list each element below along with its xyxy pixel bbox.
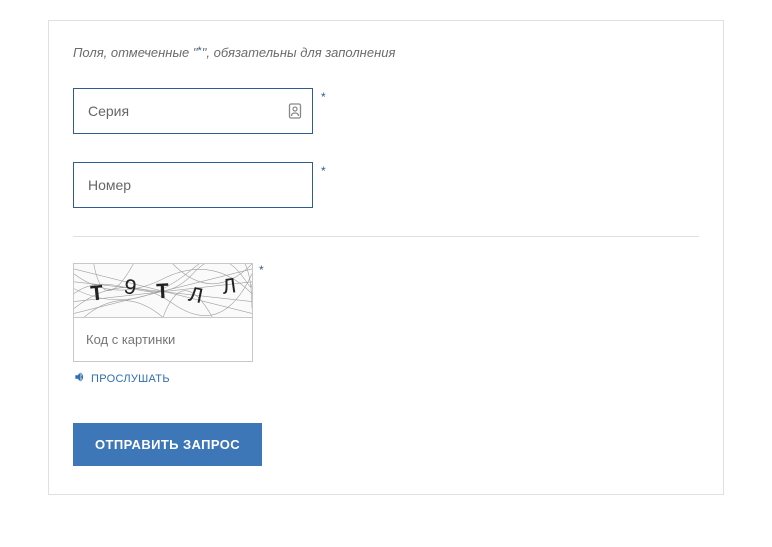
series-field-row: *	[73, 88, 699, 134]
captcha-listen-link[interactable]: ПРОСЛУШАТЬ	[73, 370, 170, 387]
captcha-input[interactable]	[86, 332, 240, 347]
captcha-image: Т 9 Т Л Л	[73, 263, 253, 317]
series-input-wrapper[interactable]	[73, 88, 313, 134]
captcha-block: Т 9 Т Л Л * ПРОСЛУШАТЬ	[73, 263, 253, 389]
form-container: Поля, отмеченные " * ", обязательны для за…	[48, 20, 724, 495]
captcha-input-wrapper[interactable]	[73, 317, 253, 362]
submit-button[interactable]: ОТПРАВИТЬ ЗАПРОС	[73, 423, 262, 466]
captcha-required-marker: *	[259, 263, 264, 277]
number-input-wrapper[interactable]	[73, 162, 313, 208]
hint-prefix: Поля, отмеченные "	[73, 45, 197, 60]
series-required-marker: *	[321, 90, 326, 104]
number-field-row: *	[73, 162, 699, 208]
divider	[73, 236, 699, 237]
captcha-text: Т 9 Т Л Л	[74, 264, 252, 317]
sound-icon	[73, 370, 87, 387]
contact-card-icon	[288, 103, 302, 119]
number-required-marker: *	[321, 164, 326, 178]
required-fields-hint: Поля, отмеченные "*", обязательны для за…	[73, 45, 699, 60]
hint-suffix: ", обязательны для заполнения	[202, 45, 396, 60]
number-input[interactable]	[88, 177, 298, 193]
captcha-listen-label: ПРОСЛУШАТЬ	[91, 373, 170, 385]
series-input[interactable]	[88, 103, 298, 119]
